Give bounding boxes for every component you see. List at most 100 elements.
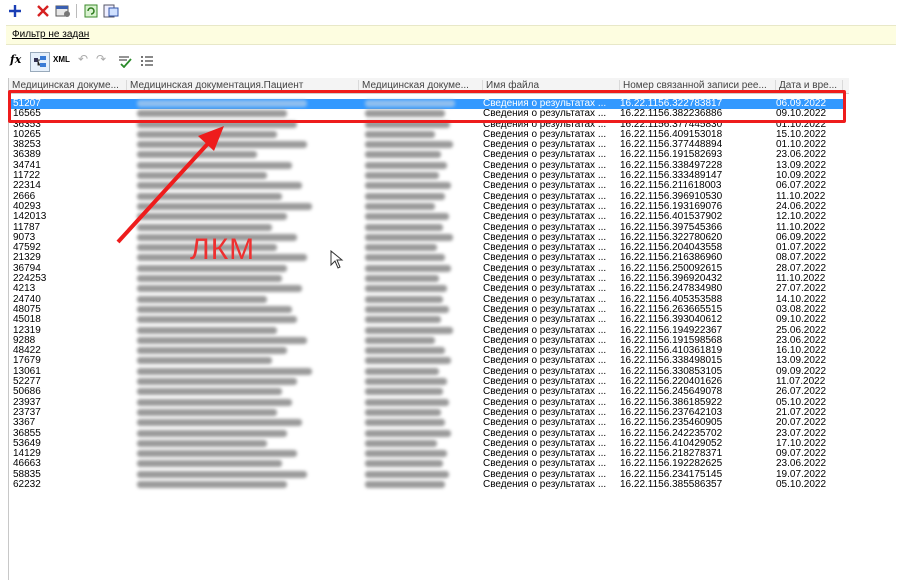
redacted-patient-name bbox=[137, 398, 292, 406]
redacted-patient-name bbox=[137, 326, 277, 334]
main-toolbar bbox=[0, 0, 900, 22]
highlight-box bbox=[8, 90, 846, 123]
tree-icon bbox=[34, 56, 46, 67]
redacted-doc-field bbox=[365, 213, 449, 221]
list-icon bbox=[141, 56, 153, 66]
redacted-doc-field bbox=[365, 151, 441, 159]
spellcheck-button[interactable] bbox=[116, 52, 134, 70]
redacted-doc-field bbox=[365, 130, 435, 138]
redacted-patient-name bbox=[137, 151, 257, 159]
redacted-doc-field bbox=[365, 275, 439, 283]
redacted-patient-name bbox=[137, 130, 277, 138]
redacted-doc-field bbox=[365, 347, 445, 355]
records-grid: Медицинская докуме... Медицинская докуме… bbox=[8, 78, 849, 580]
cell-record-number: 16.22.1156.385586357 bbox=[620, 478, 723, 490]
redacted-patient-name bbox=[137, 460, 282, 468]
redacted-doc-field bbox=[365, 336, 435, 344]
redo-icon[interactable]: ↷ bbox=[96, 52, 106, 66]
redacted-patient-name bbox=[137, 213, 287, 221]
redacted-doc-field bbox=[365, 254, 445, 262]
undo-icon[interactable]: ↶ bbox=[78, 52, 88, 66]
redacted-doc-field bbox=[365, 460, 443, 468]
redacted-patient-name bbox=[137, 419, 302, 427]
secondary-toolbar: fx XML ↶ ↷ bbox=[0, 50, 900, 72]
plus-icon bbox=[9, 5, 21, 17]
redacted-doc-field bbox=[365, 223, 443, 231]
redacted-doc-field bbox=[365, 367, 439, 375]
group-button[interactable] bbox=[30, 52, 50, 72]
redacted-patient-name bbox=[137, 480, 287, 488]
redacted-patient-name bbox=[137, 367, 312, 375]
refresh-button[interactable] bbox=[82, 2, 100, 20]
redacted-patient-name bbox=[137, 275, 282, 283]
redacted-patient-name bbox=[137, 285, 302, 293]
redacted-patient-name bbox=[137, 172, 267, 180]
redacted-patient-name bbox=[137, 450, 297, 458]
redacted-doc-field bbox=[365, 398, 449, 406]
redacted-doc-field bbox=[365, 202, 435, 210]
redacted-doc-field bbox=[365, 141, 453, 149]
annotation-label: ЛКМ bbox=[190, 233, 256, 266]
table-row[interactable]: 62232 Сведения о результатах ... 16.22.115… bbox=[9, 478, 843, 490]
cell-filename: Сведения о результатах ... bbox=[483, 478, 607, 490]
redacted-doc-field bbox=[365, 450, 447, 458]
refresh-icon bbox=[84, 4, 98, 18]
grid-rows: 51207 Сведения о результатах ... 16.22.115… bbox=[9, 98, 849, 490]
add-button[interactable] bbox=[6, 2, 24, 20]
delete-button[interactable] bbox=[34, 2, 52, 20]
export-button[interactable] bbox=[102, 2, 120, 20]
filter-link[interactable]: Фильтр не задан bbox=[12, 29, 89, 40]
redacted-doc-field bbox=[365, 182, 451, 190]
redacted-doc-field bbox=[365, 233, 453, 241]
redacted-doc-field bbox=[365, 161, 447, 169]
cell-doc-id: 62232 bbox=[13, 478, 41, 490]
redacted-patient-name bbox=[137, 202, 312, 210]
xml-button[interactable]: XML bbox=[53, 55, 70, 64]
spellcheck-icon bbox=[119, 56, 132, 68]
redacted-patient-name bbox=[137, 378, 297, 386]
redacted-patient-name bbox=[137, 347, 287, 355]
redacted-doc-field bbox=[365, 419, 445, 427]
redacted-doc-field bbox=[365, 316, 441, 324]
toolbar-separator bbox=[76, 4, 77, 18]
redacted-patient-name bbox=[137, 161, 292, 169]
redacted-patient-name bbox=[137, 182, 302, 190]
redacted-doc-field bbox=[365, 285, 447, 293]
filter-bar: Фильтр не задан bbox=[6, 25, 896, 45]
redacted-doc-field bbox=[365, 378, 447, 386]
redacted-doc-field bbox=[365, 295, 443, 303]
redacted-doc-field bbox=[365, 326, 453, 334]
redacted-patient-name bbox=[137, 470, 307, 478]
redacted-patient-name bbox=[137, 357, 272, 365]
redacted-doc-field bbox=[365, 192, 445, 200]
formula-button[interactable]: fx bbox=[10, 53, 21, 66]
mouse-cursor-icon bbox=[330, 250, 344, 269]
list-button[interactable] bbox=[138, 52, 156, 70]
redacted-patient-name bbox=[137, 305, 292, 313]
redacted-doc-field bbox=[365, 305, 449, 313]
redacted-patient-name bbox=[137, 408, 277, 416]
redacted-doc-field bbox=[365, 388, 443, 396]
properties-icon bbox=[55, 5, 70, 17]
redacted-patient-name bbox=[137, 388, 282, 396]
redacted-patient-name bbox=[137, 141, 307, 149]
redacted-patient-name bbox=[137, 336, 307, 344]
redacted-doc-field bbox=[365, 408, 441, 416]
redacted-doc-field bbox=[365, 264, 451, 272]
redacted-doc-field bbox=[365, 470, 449, 478]
cell-date: 05.10.2022 bbox=[776, 478, 827, 490]
redacted-doc-field bbox=[365, 357, 451, 365]
redacted-doc-field bbox=[365, 439, 437, 447]
redacted-doc-field bbox=[365, 429, 451, 437]
redacted-patient-name bbox=[137, 429, 287, 437]
redacted-doc-field bbox=[365, 244, 437, 252]
redacted-patient-name bbox=[137, 295, 267, 303]
cross-icon bbox=[37, 5, 49, 17]
properties-button[interactable] bbox=[54, 2, 72, 20]
redacted-patient-name bbox=[137, 439, 267, 447]
redacted-patient-name bbox=[137, 316, 297, 324]
export-icon bbox=[103, 4, 119, 18]
redacted-doc-field bbox=[365, 172, 439, 180]
redacted-doc-field bbox=[365, 480, 445, 488]
redacted-patient-name bbox=[137, 192, 282, 200]
